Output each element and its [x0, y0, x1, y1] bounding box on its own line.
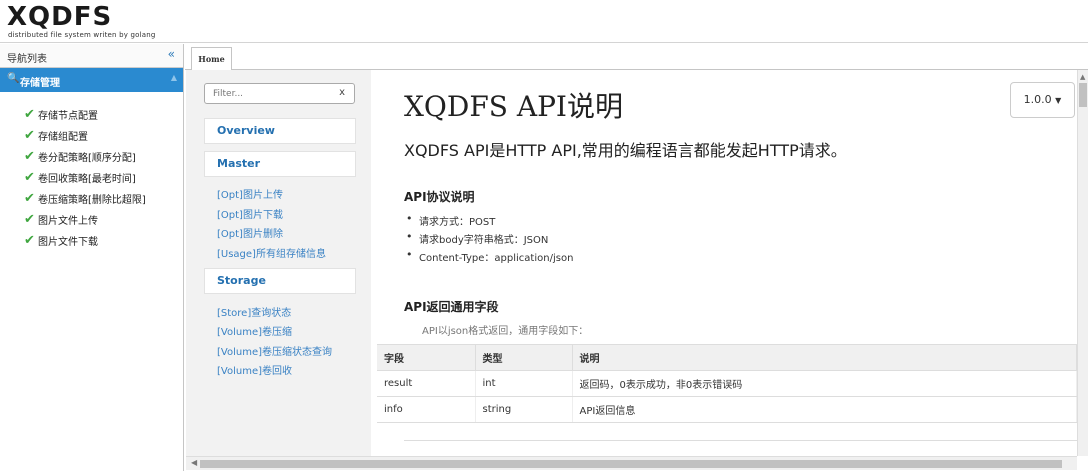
sidebar-group-storage[interactable]: 🔍 存储管理 ▲ — [0, 68, 183, 92]
sidebar-item-label: 存储组配置 — [38, 132, 88, 143]
version-dropdown[interactable]: 1.0.0 ▼ — [1010, 82, 1075, 118]
nav-link-volume-compress-status[interactable]: [Volume]卷压缩状态查询 — [217, 343, 332, 358]
table-cell: string — [475, 396, 573, 423]
nav-storage[interactable]: Storage — [204, 268, 356, 294]
table-cell: result — [377, 370, 476, 397]
table-header-row: 字段 类型 说明 — [377, 344, 1077, 371]
search-icon: 🔍 — [7, 73, 20, 84]
returns-heading: API返回通用字段 — [404, 300, 499, 314]
logo: XQDFS — [7, 2, 113, 32]
page-title: XQDFS API说明 — [404, 90, 623, 123]
sidebar-item-compress-policy[interactable]: ✔ 卷压缩策略[删除比超限] — [0, 188, 183, 209]
logo-tagline: distributed file system writen by golang — [8, 31, 156, 39]
sidebar-header: 导航列表 « — [0, 44, 183, 68]
nav-link-usage[interactable]: [Usage]所有组存储信息 — [217, 245, 326, 260]
doc-main: XQDFS API说明 1.0.0 ▼ XQDFS API是HTTP API,常… — [371, 70, 1077, 456]
checkmark-icon: ✔ — [24, 107, 35, 122]
table-row: info string API返回信息 — [377, 396, 1077, 423]
checkmark-icon: ✔ — [24, 212, 35, 227]
sidebar-item-image-download[interactable]: ✔ 图片文件下载 — [0, 230, 183, 251]
clear-filter-icon[interactable]: x — [339, 87, 345, 98]
table-row: result int 返回码，0表示成功，非0表示错误码 — [377, 370, 1077, 397]
nav-link-opt-download[interactable]: [Opt]图片下载 — [217, 206, 283, 221]
sidebar-item-label: 卷压缩策略[删除比超限] — [38, 195, 146, 206]
table-cell: API返回信息 — [572, 396, 1077, 423]
filter-box[interactable]: x — [204, 83, 355, 104]
sidebar-item-label: 图片文件上传 — [38, 216, 98, 227]
scroll-up-icon[interactable]: ▲ — [1080, 73, 1085, 81]
scroll-thumb[interactable] — [1079, 83, 1087, 107]
sidebar-item-recycle-policy[interactable]: ✔ 卷回收策略[最老时间] — [0, 167, 183, 188]
nav-link-opt-upload[interactable]: [Opt]图片上传 — [217, 186, 283, 201]
chevron-up-icon: ▲ — [170, 73, 177, 82]
tab-bar: Home — [185, 44, 1088, 71]
sidebar-group-label: 存储管理 — [20, 78, 60, 89]
column-header: 字段 — [377, 344, 476, 371]
sidebar: 导航列表 « 🔍 存储管理 ▲ ✔ 存储节点配置 ✔ 存储组配置 ✔ 卷分配策略[顺序… — [0, 44, 184, 471]
sidebar-item-node-config[interactable]: ✔ 存储节点配置 — [0, 104, 183, 125]
nav-overview[interactable]: Overview — [204, 118, 356, 144]
protocol-item: 请求body字符串格式：JSON — [406, 230, 548, 246]
vertical-scrollbar[interactable]: ▲ — [1077, 70, 1088, 456]
table-cell: info — [377, 396, 476, 423]
nav-link-opt-delete[interactable]: [Opt]图片删除 — [217, 225, 283, 240]
table-cell: int — [475, 370, 573, 397]
sidebar-item-label: 卷分配策略[顺序分配] — [38, 153, 136, 164]
nav-link-volume-compress[interactable]: [Volume]卷压缩 — [217, 323, 292, 338]
protocol-item: Content-Type：application/json — [406, 248, 573, 264]
checkmark-icon: ✔ — [24, 233, 35, 248]
sidebar-item-label: 存储节点配置 — [38, 111, 98, 122]
sidebar-item-group-config[interactable]: ✔ 存储组配置 — [0, 125, 183, 146]
checkmark-icon: ✔ — [24, 128, 35, 143]
protocol-heading: API协议说明 — [404, 190, 475, 204]
app-window: XQDFS distributed file system writen by … — [0, 0, 1088, 471]
sidebar-item-label: 图片文件下载 — [38, 237, 98, 248]
nav-master[interactable]: Master — [204, 151, 356, 177]
collapse-sidebar-icon[interactable]: « — [168, 47, 175, 61]
returns-table: 字段 类型 说明 result int 返回码，0表示成功，非0表示错误码 in… — [377, 344, 1077, 423]
protocol-item: 请求方式：POST — [406, 212, 495, 228]
sidebar-item-label: 卷回收策略[最老时间] — [38, 174, 136, 185]
checkmark-icon: ✔ — [24, 191, 35, 206]
doc-lead: XQDFS API是HTTP API,常用的编程语言都能发起HTTP请求。 — [404, 141, 847, 160]
nav-link-volume-recycle[interactable]: [Volume]卷回收 — [217, 362, 292, 377]
caret-down-icon: ▼ — [1055, 96, 1062, 105]
tab-home[interactable]: Home — [191, 47, 232, 71]
horizontal-scrollbar[interactable]: ◀ — [186, 456, 1077, 470]
scroll-thumb[interactable] — [200, 460, 1062, 468]
sidebar-item-image-upload[interactable]: ✔ 图片文件上传 — [0, 209, 183, 230]
scroll-left-icon[interactable]: ◀ — [191, 458, 197, 467]
nav-link-store-status[interactable]: [Store]查询状态 — [217, 304, 291, 319]
checkmark-icon: ✔ — [24, 149, 35, 164]
column-header: 类型 — [475, 344, 573, 371]
column-header: 说明 — [572, 344, 1077, 371]
table-cell: 返回码，0表示成功，非0表示错误码 — [572, 370, 1077, 397]
divider — [404, 440, 1077, 441]
header: XQDFS distributed file system writen by … — [0, 0, 1088, 43]
filter-input[interactable] — [213, 87, 323, 101]
doc-nav: x Overview Master [Opt]图片上传 [Opt]图片下载 [O… — [186, 70, 371, 456]
version-label: 1.0.0 — [1023, 93, 1052, 106]
sidebar-title: 导航列表 — [7, 54, 47, 65]
sidebar-items: ✔ 存储节点配置 ✔ 存储组配置 ✔ 卷分配策略[顺序分配] ✔ 卷回收策略[最老时间]… — [0, 92, 183, 251]
returns-description: API以json格式返回，通用字段如下： — [422, 326, 589, 337]
content-frame: x Overview Master [Opt]图片上传 [Opt]图片下载 [O… — [186, 70, 1077, 456]
checkmark-icon: ✔ — [24, 170, 35, 185]
sidebar-item-alloc-policy[interactable]: ✔ 卷分配策略[顺序分配] — [0, 146, 183, 167]
